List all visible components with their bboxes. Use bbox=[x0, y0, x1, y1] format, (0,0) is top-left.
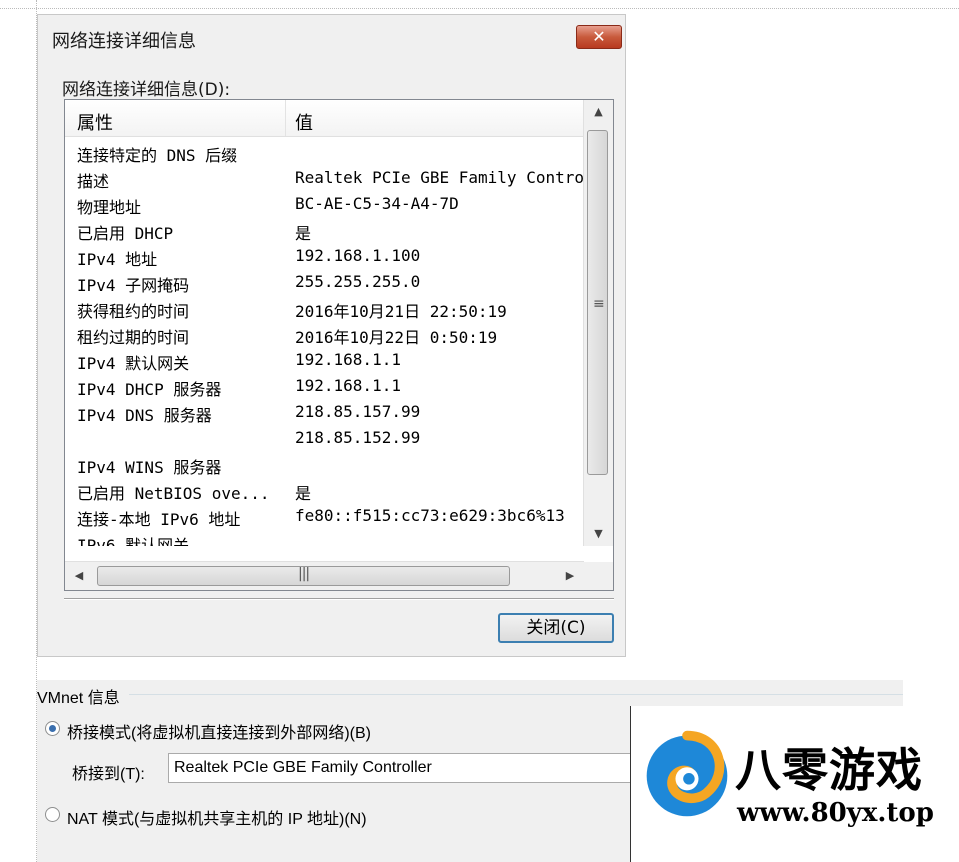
row-key: IPv4 地址 bbox=[77, 250, 158, 269]
row-key: IPv4 子网掩码 bbox=[77, 276, 190, 295]
table-row[interactable]: 连接-本地 IPv6 地址 fe80::f515:cc73:e629:3bc6%1… bbox=[65, 504, 584, 530]
swirl-logo-icon bbox=[646, 730, 728, 817]
scroll-up-icon[interactable]: ▲ bbox=[584, 100, 613, 124]
close-window-button[interactable]: ✕ bbox=[576, 25, 622, 49]
details-group-label: 网络连接详细信息(D): bbox=[62, 80, 231, 100]
table-row[interactable]: 218.85.152.99 bbox=[65, 426, 584, 452]
table-row[interactable]: IPv4 默认网关 192.168.1.1 bbox=[65, 348, 584, 374]
watermark-url: www.80yx.top bbox=[737, 798, 934, 828]
table-row[interactable]: IPv4 DNS 服务器 218.85.157.99 bbox=[65, 400, 584, 426]
row-value: 是 bbox=[295, 224, 312, 243]
table-row[interactable]: 已启用 NetBIOS ove... 是 bbox=[65, 478, 584, 504]
listview-rows: 连接特定的 DNS 后缀 描述 Realtek PCIe GBE Family C… bbox=[65, 140, 584, 546]
row-value: 是 bbox=[295, 484, 312, 503]
dialog-title: 网络连接详细信息 bbox=[52, 31, 196, 52]
row-key: IPv4 DHCP 服务器 bbox=[77, 380, 222, 399]
scroll-right-icon[interactable]: ▶ bbox=[558, 562, 582, 590]
row-key: IPv6 默认网关 bbox=[77, 536, 190, 546]
horizontal-scrollbar[interactable]: ◀ ||| ▶ bbox=[65, 561, 584, 590]
bridged-radio-label[interactable]: 桥接模式(将虚拟机直接连接到外部网络)(B) bbox=[67, 719, 371, 743]
row-value: 192.168.1.1 bbox=[295, 376, 401, 395]
column-header-value[interactable]: 值 bbox=[295, 109, 313, 135]
table-row[interactable]: IPv4 子网掩码 255.255.255.0 bbox=[65, 270, 584, 296]
row-value: 2016年10月21日 22:50:19 bbox=[295, 302, 507, 321]
scroll-down-icon[interactable]: ▼ bbox=[584, 522, 613, 546]
grip-icon: ≡ bbox=[593, 296, 605, 312]
page-border-top bbox=[0, 8, 959, 9]
watermark-name: 八零游戏 bbox=[735, 743, 923, 797]
grip-icon: ||| bbox=[298, 566, 310, 582]
row-key: 连接-本地 IPv6 地址 bbox=[77, 510, 241, 529]
scrollbar-corner bbox=[584, 562, 613, 590]
bridge-to-select[interactable]: Realtek PCIe GBE Family Controller bbox=[168, 753, 648, 783]
table-row[interactable]: 租约过期的时间 2016年10月22日 0:50:19 bbox=[65, 322, 584, 348]
row-key: IPv4 默认网关 bbox=[77, 354, 190, 373]
row-key: IPv4 DNS 服务器 bbox=[77, 406, 212, 425]
row-value: 218.85.157.99 bbox=[295, 402, 421, 421]
dialog-divider bbox=[64, 598, 614, 600]
vertical-scrollbar[interactable]: ▲ ≡ ▼ bbox=[583, 100, 613, 546]
watermark-logo: 八零游戏 www.80yx.top bbox=[630, 706, 959, 862]
row-value: 192.168.1.1 bbox=[295, 350, 401, 369]
table-row[interactable]: 连接特定的 DNS 后缀 bbox=[65, 140, 584, 166]
table-row[interactable]: 已启用 DHCP 是 bbox=[65, 218, 584, 244]
details-listview[interactable]: 属性 值 连接特定的 DNS 后缀 描述 Realtek PCIe GBE Fam… bbox=[64, 99, 614, 591]
bridged-radio[interactable] bbox=[45, 721, 60, 736]
row-key: 描述 bbox=[77, 172, 110, 191]
nat-radio-label[interactable]: NAT 模式(与虚拟机共享主机的 IP 地址)(N) bbox=[67, 805, 367, 829]
column-separator[interactable] bbox=[285, 100, 286, 136]
table-row[interactable]: 获得租约的时间 2016年10月21日 22:50:19 bbox=[65, 296, 584, 322]
row-key: 租约过期的时间 bbox=[77, 328, 190, 347]
listview-header: 属性 值 bbox=[65, 100, 584, 137]
close-button[interactable]: 关闭(C) bbox=[498, 613, 614, 643]
row-value: 192.168.1.100 bbox=[295, 246, 421, 265]
group-line bbox=[129, 694, 903, 695]
row-key: 连接特定的 DNS 后缀 bbox=[77, 146, 238, 165]
row-value: Realtek PCIe GBE Family Contro bbox=[295, 168, 584, 187]
title-bar: 网络连接详细信息 ✕ bbox=[38, 15, 625, 59]
row-value: 218.85.152.99 bbox=[295, 428, 421, 447]
nat-radio[interactable] bbox=[45, 807, 60, 822]
table-row[interactable]: IPv6 默认网关 bbox=[65, 530, 584, 546]
table-row[interactable]: IPv4 WINS 服务器 bbox=[65, 452, 584, 478]
row-value: 2016年10月22日 0:50:19 bbox=[295, 328, 498, 347]
horizontal-scroll-thumb[interactable]: ||| bbox=[97, 566, 510, 586]
column-header-property[interactable]: 属性 bbox=[77, 109, 113, 135]
vmnet-section-title: VMnet 信息 bbox=[37, 690, 120, 707]
table-row[interactable]: 物理地址 BC-AE-C5-34-A4-7D bbox=[65, 192, 584, 218]
row-value: BC-AE-C5-34-A4-7D bbox=[295, 194, 459, 213]
vertical-scroll-thumb[interactable]: ≡ bbox=[587, 130, 608, 475]
row-value: 255.255.255.0 bbox=[295, 272, 421, 291]
row-key: 已启用 DHCP bbox=[77, 224, 174, 243]
table-row[interactable]: 描述 Realtek PCIe GBE Family Contro bbox=[65, 166, 584, 192]
table-row[interactable]: IPv4 地址 192.168.1.100 bbox=[65, 244, 584, 270]
row-key: 物理地址 bbox=[77, 198, 142, 217]
bridge-to-label: 桥接到(T): bbox=[72, 766, 145, 783]
row-key: 已启用 NetBIOS ove... bbox=[77, 484, 270, 503]
row-value: fe80::f515:cc73:e629:3bc6%13 bbox=[295, 506, 565, 525]
row-key: IPv4 WINS 服务器 bbox=[77, 458, 222, 477]
table-row[interactable]: IPv4 DHCP 服务器 192.168.1.1 bbox=[65, 374, 584, 400]
network-details-dialog: 网络连接详细信息 ✕ 网络连接详细信息(D): 属性 值 连接特定的 DNS 后… bbox=[37, 14, 626, 657]
scroll-left-icon[interactable]: ◀ bbox=[67, 562, 91, 590]
row-key: 获得租约的时间 bbox=[77, 302, 190, 321]
